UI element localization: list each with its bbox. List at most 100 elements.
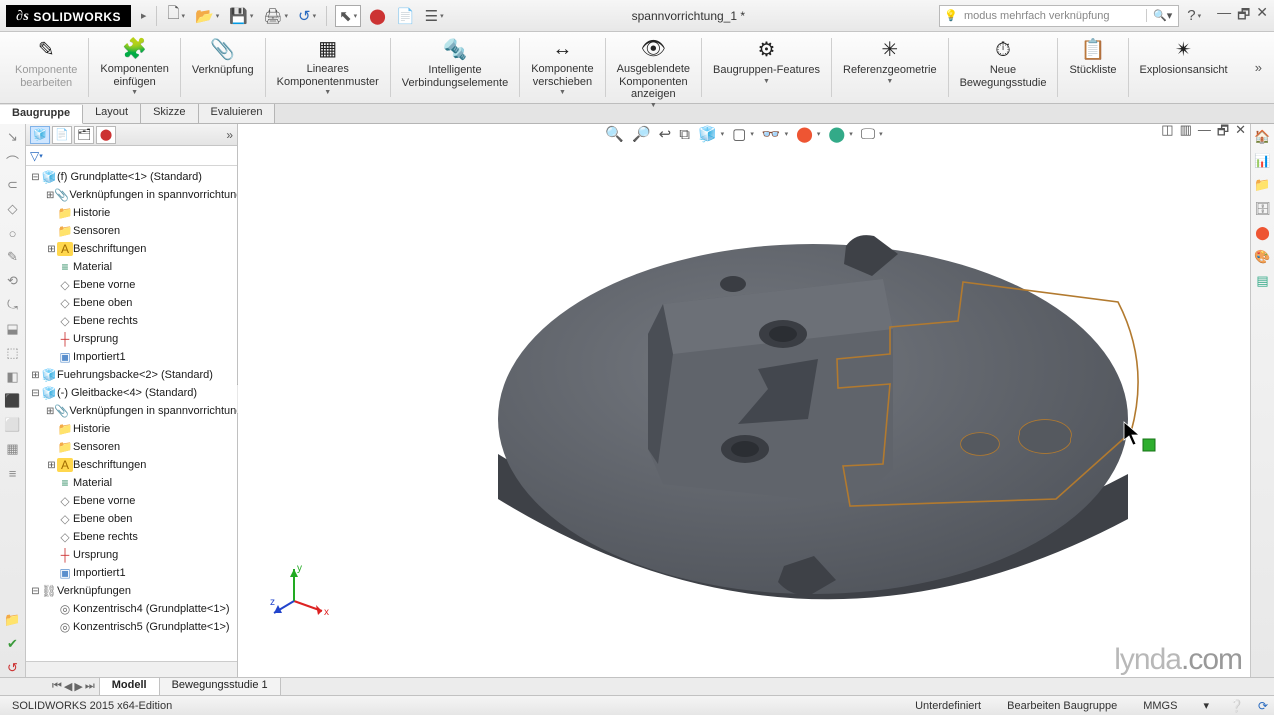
explorer-icon[interactable]: 🗄: [1254, 200, 1272, 218]
search-box[interactable]: 💡 🔍▾: [939, 5, 1179, 27]
view-settings-icon[interactable]: 🖵: [861, 126, 875, 143]
expand-icon[interactable]: ⊞: [46, 244, 57, 255]
ribbon-stueckliste[interactable]: 📋Stückliste: [1060, 34, 1125, 101]
view-orient-icon[interactable]: 🧊: [698, 125, 717, 143]
fm-tab-config[interactable]: 🗂: [74, 126, 94, 144]
tab-nav[interactable]: ⏮ ◀ ▶ ⏭: [48, 678, 100, 695]
tool-icon[interactable]: ◧: [4, 368, 22, 386]
undo-button[interactable]: ↺▾: [296, 5, 318, 27]
feature-tree[interactable]: ⊟🧊(f) Grundplatte<1> (Standard)⊞📎Verknüp…: [26, 166, 237, 661]
hide-show-icon[interactable]: 👓: [762, 125, 781, 143]
status-rebuild-icon[interactable]: ⟳: [1258, 699, 1268, 713]
graphics-viewport[interactable]: 🔍 🔎 ↩ ⧉ 🧊▾ ▢▾ 👓▾ ⬤▾ ⬤▾ 🖵▾ ◫ ▥ — 🗗 ✕: [238, 124, 1250, 677]
new-button[interactable]: 🗋▾: [165, 5, 187, 27]
tree-node[interactable]: ⊞ABeschriftungen: [26, 240, 237, 258]
next-icon[interactable]: ▶: [74, 680, 82, 693]
open-button[interactable]: 📂▾: [193, 5, 221, 27]
tree-node[interactable]: ◇Ebene oben: [26, 294, 237, 312]
tab-skizze[interactable]: Skizze: [141, 104, 198, 123]
app-menu-dropdown[interactable]: ▶: [137, 5, 148, 27]
first-icon[interactable]: ⏮: [52, 680, 62, 693]
expand-icon[interactable]: ⊞: [46, 406, 54, 417]
tool-icon[interactable]: ○: [4, 224, 22, 242]
tool-icon[interactable]: ▦: [4, 440, 22, 458]
mdi-max-icon[interactable]: 🗗: [1217, 122, 1229, 144]
tree-node[interactable]: ▣Importiert1: [26, 564, 237, 582]
tool-icon[interactable]: ⬓: [4, 320, 22, 338]
mdi-min-icon[interactable]: —: [1198, 122, 1211, 144]
ribbon-komponenten-einfuegen[interactable]: 🧩Komponenteneinfügen▼: [91, 34, 178, 101]
home-icon[interactable]: 🏠: [1254, 128, 1272, 146]
tool-icon[interactable]: ✔: [4, 635, 22, 653]
tool-icon[interactable]: ◇: [4, 200, 22, 218]
tool-icon[interactable]: ⊂: [4, 176, 22, 194]
tree-node[interactable]: ◇Ebene rechts: [26, 312, 237, 330]
expand-icon[interactable]: ⊟: [30, 172, 41, 183]
expand-icon[interactable]: ⊞: [46, 190, 54, 201]
sheet-tab-1[interactable]: Bewegungsstudie 1: [160, 678, 281, 695]
tool-icon[interactable]: ⤿: [4, 296, 22, 314]
expand-icon[interactable]: ⊞: [46, 460, 57, 471]
tab-layout[interactable]: Layout: [83, 104, 141, 123]
tree-node[interactable]: ┼Ursprung: [26, 330, 237, 348]
tree-node[interactable]: 📁Historie: [26, 204, 237, 222]
library-icon[interactable]: 📁: [1254, 176, 1272, 194]
print-button[interactable]: 🖨▾: [261, 5, 290, 27]
tool-icon[interactable]: ↘: [4, 128, 22, 146]
help-button[interactable]: ?▾: [1185, 5, 1203, 27]
tree-node[interactable]: ⊟🧊(f) Grundplatte<1> (Standard): [26, 168, 237, 186]
resources-icon[interactable]: 📊: [1254, 152, 1272, 170]
tool-icon[interactable]: ⟲: [4, 272, 22, 290]
tree-scrollbar[interactable]: [26, 661, 237, 677]
status-help-icon[interactable]: ❔: [1229, 699, 1244, 713]
units-button[interactable]: MMGS: [1137, 700, 1183, 712]
ribbon-neue-bewegungsstudie[interactable]: ⏱NeueBewegungsstudie: [951, 34, 1056, 101]
tree-node[interactable]: ⊟🧊(-) Gleitbacke<4> (Standard): [26, 384, 237, 402]
tree-node[interactable]: ◇Ebene rechts: [26, 528, 237, 546]
tree-node[interactable]: ⊟⛓Verknüpfungen: [26, 582, 237, 600]
mate-handle-icon[interactable]: [1143, 439, 1155, 451]
orientation-triad[interactable]: x y z: [270, 561, 330, 621]
restore-button[interactable]: 🗗: [1237, 4, 1250, 28]
expand-icon[interactable]: ⊟: [30, 586, 41, 597]
expand-icon[interactable]: ⊟: [30, 388, 41, 399]
tool-icon[interactable]: ⬚: [4, 344, 22, 362]
appearances-icon[interactable]: 🎨: [1254, 248, 1272, 266]
ribbon-explosionsansicht[interactable]: ✴Explosionsansicht: [1131, 34, 1237, 101]
close-button[interactable]: ✕: [1256, 4, 1268, 28]
ribbon-lineares-komponentenmuster[interactable]: ▦LinearesKomponentenmuster▼: [268, 34, 388, 101]
fm-tab-display[interactable]: ⬤: [96, 126, 116, 144]
tab-baugruppe[interactable]: Baugruppe: [0, 105, 83, 124]
mdi-split-icon[interactable]: ◫: [1161, 122, 1173, 144]
options-button[interactable]: 📄: [394, 5, 417, 27]
zoom-area-icon[interactable]: 🔎: [632, 125, 651, 143]
tool-icon[interactable]: ⌒: [4, 152, 22, 170]
ribbon-overflow[interactable]: »: [1249, 34, 1268, 101]
tree-node[interactable]: 📁Sensoren: [26, 222, 237, 240]
tree-node[interactable]: ◎Konzentrisch5 (Grundplatte<1>): [26, 618, 237, 636]
tool-icon[interactable]: ↺: [4, 659, 22, 677]
last-icon[interactable]: ⏭: [85, 680, 95, 693]
minimize-button[interactable]: —: [1217, 4, 1231, 28]
tree-node[interactable]: 📁Historie: [26, 420, 237, 438]
tree-node[interactable]: ◎Konzentrisch4 (Grundplatte<1>): [26, 600, 237, 618]
tree-node[interactable]: ◇Ebene oben: [26, 510, 237, 528]
tree-node[interactable]: ⊞ABeschriftungen: [26, 456, 237, 474]
ribbon-intelligente-verbindungselemente[interactable]: 🔩IntelligenteVerbindungselemente: [393, 34, 517, 101]
mdi-close-icon[interactable]: ✕: [1235, 122, 1246, 144]
tree-node[interactable]: 📁Sensoren: [26, 438, 237, 456]
fm-overflow[interactable]: »: [226, 128, 233, 142]
sheet-tab-0[interactable]: Modell: [100, 678, 160, 695]
tree-node[interactable]: ⊞📎Verknüpfungen in spannvorrichtung_1: [26, 186, 237, 204]
feature-filter[interactable]: ▽▾: [26, 146, 237, 166]
tool-icon[interactable]: ⬛: [4, 392, 22, 410]
tool-icon[interactable]: 📁: [4, 611, 22, 629]
select-button[interactable]: ⬉▾: [335, 5, 361, 27]
section-icon[interactable]: ⧉: [679, 126, 690, 143]
fm-tab-tree[interactable]: 🧊: [30, 126, 50, 144]
expand-icon[interactable]: ⊞: [30, 370, 41, 381]
ribbon-referenzgeometrie[interactable]: ✳Referenzgeometrie▼: [834, 34, 946, 101]
tree-node[interactable]: ◇Ebene vorne: [26, 492, 237, 510]
ribbon-verknuepfung[interactable]: 📎Verknüpfung: [183, 34, 263, 101]
view-palette-icon[interactable]: ⬤: [1254, 224, 1272, 242]
